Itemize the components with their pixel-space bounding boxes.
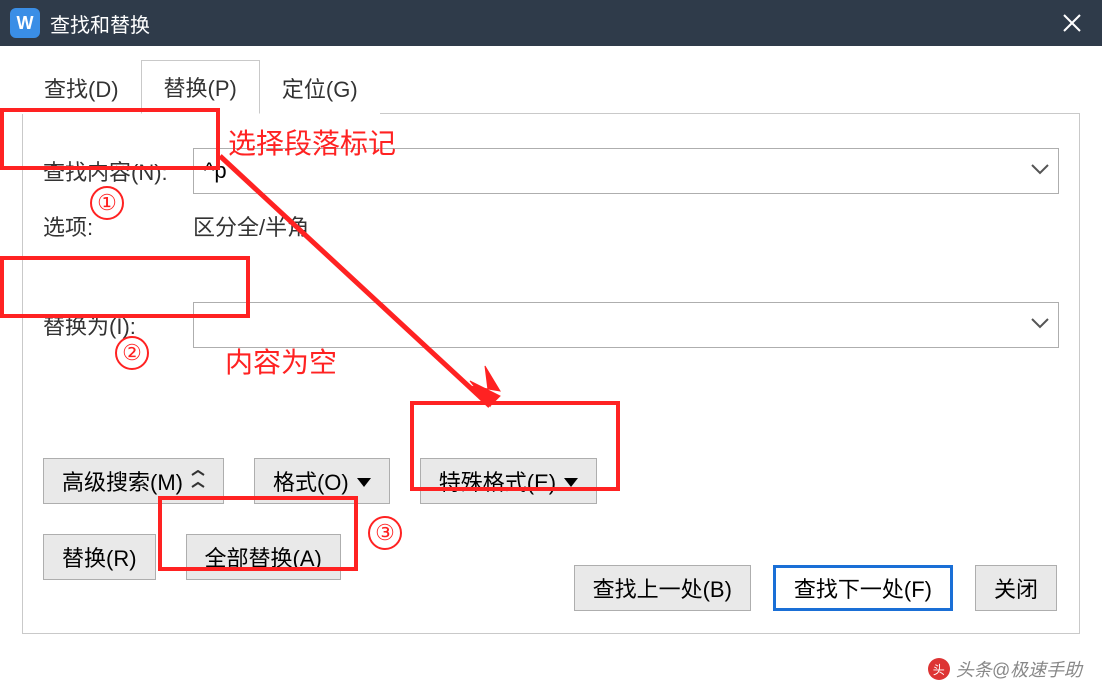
find-prev-label: 查找上一处(B)	[593, 572, 732, 604]
find-field-wrap	[193, 148, 1059, 194]
replace-one-label: 替换(R)	[62, 541, 137, 573]
watermark-text: 头条@极速手助	[956, 656, 1082, 682]
close-dialog-button[interactable]: 关闭	[975, 565, 1057, 611]
format-label: 格式(O)	[273, 465, 349, 497]
find-row: 查找内容(N):	[43, 148, 1059, 194]
find-next-button[interactable]: 查找下一处(F)	[773, 565, 953, 611]
replace-all-button[interactable]: 全部替换(A)	[186, 534, 341, 580]
window-title: 查找和替换	[50, 9, 1052, 38]
close-icon	[1062, 13, 1082, 33]
advanced-search-label: 高级搜索(M)	[62, 465, 183, 497]
format-button[interactable]: 格式(O)	[254, 458, 390, 504]
replace-field-wrap	[193, 302, 1059, 348]
find-input[interactable]	[193, 148, 1059, 194]
tab-replace[interactable]: 替换(P)	[141, 60, 260, 114]
caret-down-icon	[564, 468, 578, 494]
options-label: 选项:	[43, 210, 193, 242]
dialog-body: 查找(D) 替换(P) 定位(G) 查找内容(N): 选项: 区分全/半角	[0, 46, 1102, 690]
titlebar: W 查找和替换	[0, 0, 1102, 46]
replace-all-label: 全部替换(A)	[205, 541, 322, 573]
close-button[interactable]	[1052, 3, 1092, 43]
tab-goto[interactable]: 定位(G)	[260, 62, 380, 114]
caret-down-icon	[357, 468, 371, 494]
close-dialog-label: 关闭	[994, 572, 1038, 604]
advanced-search-button[interactable]: 高级搜索(M)	[43, 458, 224, 504]
watermark: 头 头条@极速手助	[928, 656, 1082, 682]
replace-input[interactable]	[193, 302, 1059, 348]
replace-pane: 查找内容(N): 选项: 区分全/半角 替换为(I):	[22, 114, 1080, 634]
double-caret-icon	[191, 468, 205, 494]
tabstrip: 查找(D) 替换(P) 定位(G)	[22, 64, 1080, 114]
options-row: 选项: 区分全/半角	[43, 210, 1059, 242]
special-format-label: 特殊格式(E)	[439, 465, 556, 497]
find-next-label: 查找下一处(F)	[794, 572, 932, 604]
app-icon: W	[10, 8, 40, 38]
tab-find[interactable]: 查找(D)	[22, 62, 141, 114]
button-row-find-close: 查找上一处(B) 查找下一处(F) 关闭	[574, 565, 1057, 611]
replace-label: 替换为(I):	[43, 309, 193, 341]
special-format-button[interactable]: 特殊格式(E)	[420, 458, 597, 504]
dialog-window: W 查找和替换 查找(D) 替换(P) 定位(G) 查找内容(N):	[0, 0, 1102, 690]
button-row-advanced: 高级搜索(M) 格式(O) 特殊格式(E)	[43, 458, 1059, 504]
replace-one-button[interactable]: 替换(R)	[43, 534, 156, 580]
replace-row: 替换为(I):	[43, 302, 1059, 348]
find-label: 查找内容(N):	[43, 155, 193, 187]
find-prev-button[interactable]: 查找上一处(B)	[574, 565, 751, 611]
watermark-icon: 头	[928, 658, 950, 680]
options-value: 区分全/半角	[193, 210, 309, 242]
